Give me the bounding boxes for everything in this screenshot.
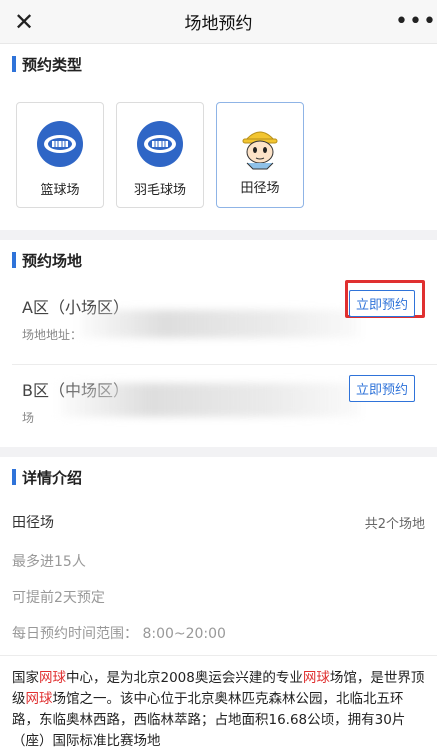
detail-section: 详情介绍 田径场 共2个场地 最多进15人 可提前2天预定 每日预约时间范围： … <box>0 457 437 756</box>
advance-booking: 可提前2天预定 <box>12 590 105 606</box>
cartoon-avatar-icon <box>235 121 285 171</box>
book-now-button[interactable]: 立即预约 <box>348 290 415 317</box>
description-highlight: 网球 <box>302 670 330 686</box>
venue-item-a: A区（小场区） 场地地址： 立即预约 <box>0 280 437 364</box>
venue-section-header: 预约场地 <box>0 240 437 280</box>
description-highlight: 网球 <box>25 691 53 707</box>
detail-venue-name: 田径场 <box>12 515 54 531</box>
venue-section: 预约场地 A区（小场区） 场地地址： 立即预约 B区（中场区） 场 立即预约 <box>0 240 437 447</box>
redacted-area <box>80 310 360 338</box>
time-range: 每日预约时间范围： 8:00~20:00 <box>12 626 226 642</box>
top-bar: ✕ 场地预约 ••• <box>0 0 437 44</box>
description-text: 场馆之一。该中心位于北京奥林匹克森林公园，北临北五环路，东临奥林西路，西临林萃路… <box>12 691 406 749</box>
redacted-area <box>60 383 360 417</box>
type-card-basketball[interactable]: 篮球场 <box>16 102 104 208</box>
type-label: 羽毛球场 <box>133 183 186 198</box>
max-people: 最多进15人 <box>12 554 86 570</box>
description-text: 中心，是为北京2008奥运会兴建的专业 <box>66 670 303 686</box>
type-label: 田径场 <box>240 181 280 196</box>
section-marker <box>12 56 16 72</box>
detail-row: 田径场 共2个场地 <box>0 503 437 541</box>
venue-item-b: B区（中场区） 场 立即预约 <box>0 365 437 447</box>
type-section: 预约类型 篮球场 羽毛球场 田径场 <box>0 44 437 230</box>
type-section-header: 预约类型 <box>0 44 437 84</box>
detail-section-header: 详情介绍 <box>0 457 437 497</box>
type-label: 篮球场 <box>40 183 80 198</box>
spacer <box>0 230 437 240</box>
spacer <box>0 447 437 457</box>
venue-section-title: 预约场地 <box>22 251 83 270</box>
type-card-track[interactable]: 田径场 <box>216 102 304 208</box>
page-title: 场地预约 <box>184 14 253 34</box>
description: 国家网球中心，是为北京2008奥运会兴建的专业网球场馆，是世界顶级网球场馆之一。… <box>0 655 437 756</box>
detail-venue-count: 共2个场地 <box>364 516 425 532</box>
type-list: 篮球场 羽毛球场 田径场 <box>0 84 437 230</box>
stadium-icon <box>137 121 183 167</box>
book-now-button[interactable]: 立即预约 <box>348 375 415 402</box>
more-icon[interactable]: ••• <box>395 10 436 33</box>
close-icon[interactable]: ✕ <box>14 10 42 34</box>
description-text: 国家 <box>12 670 39 686</box>
stadium-icon <box>37 121 83 167</box>
type-section-title: 预约类型 <box>22 55 83 74</box>
section-marker <box>12 252 16 268</box>
type-card-badminton[interactable]: 羽毛球场 <box>116 102 204 208</box>
description-highlight: 网球 <box>39 670 66 686</box>
section-marker <box>12 469 16 485</box>
detail-section-title: 详情介绍 <box>22 468 83 487</box>
